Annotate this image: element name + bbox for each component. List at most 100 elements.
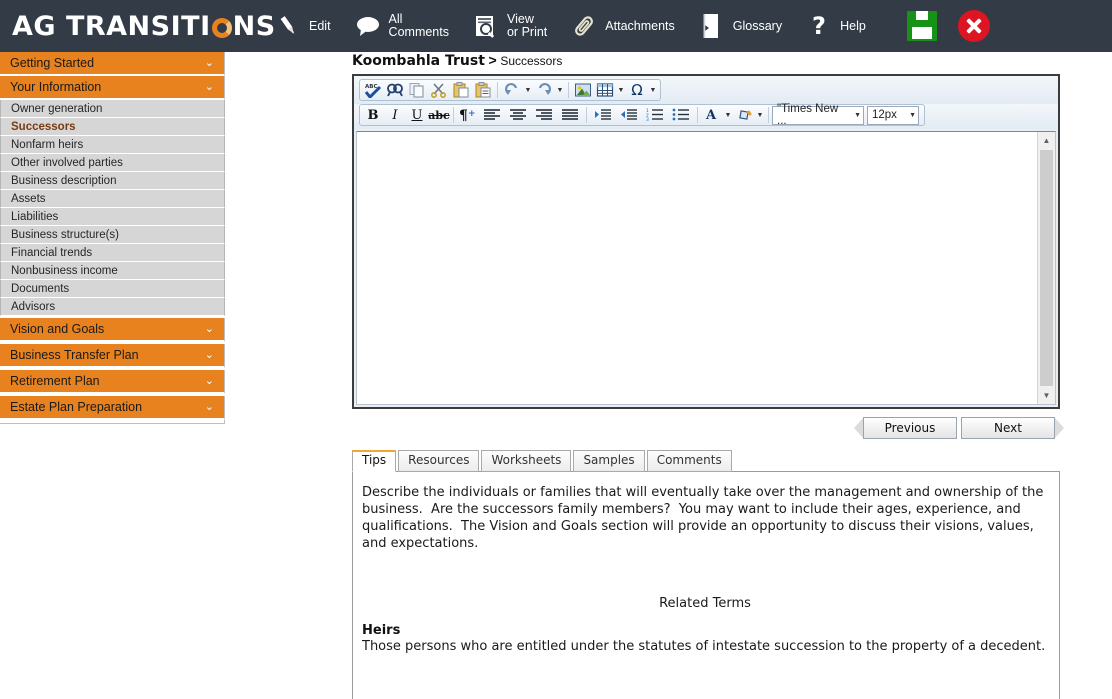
logo-ring-icon [211, 17, 232, 38]
italic-icon[interactable]: I [384, 105, 406, 125]
sidebar-item-owner-generation[interactable]: Owner generation [0, 100, 225, 118]
font-family-select[interactable]: "Times New ... ▼ [772, 103, 864, 127]
editor-scrollbar[interactable]: ▲ ▼ [1037, 132, 1055, 404]
tab-resources[interactable]: Resources [398, 450, 480, 472]
sidebar-group-your-information[interactable]: Your Information ⌄ [0, 76, 225, 100]
redo-dropdown-arrow-icon[interactable]: ▼ [555, 80, 565, 100]
strikethrough-icon[interactable]: abc [428, 105, 450, 125]
copy-icon[interactable] [406, 80, 428, 100]
paste-icon[interactable] [450, 80, 472, 100]
fill-color-icon[interactable] [733, 105, 755, 125]
align-left-icon[interactable] [479, 105, 505, 125]
find-replace-icon[interactable] [384, 80, 406, 100]
chevron-down-icon: ▼ [909, 111, 916, 119]
spellcheck-icon[interactable]: ABC [362, 80, 384, 100]
sidebar-item-label: Assets [11, 193, 46, 205]
scrollbar-thumb[interactable] [1040, 150, 1053, 386]
tab-comments[interactable]: Comments [646, 450, 732, 472]
related-term-definition: Those persons who are entitled under the… [362, 639, 1046, 654]
scroll-up-arrow-icon[interactable]: ▲ [1038, 132, 1055, 149]
special-character-icon[interactable]: Ω [626, 80, 648, 100]
indent-decrease-icon[interactable] [616, 105, 642, 125]
font-family-value: "Times New ... [777, 103, 839, 127]
paste-text-icon[interactable] [472, 80, 494, 100]
breadcrumb-separator: > [488, 52, 497, 68]
sidebar-group-retirement-plan[interactable]: Retirement Plan ⌄ [0, 370, 225, 394]
sidebar-group-estate-plan-preparation-label: Estate Plan Preparation [10, 400, 143, 414]
header-button-view-or-print[interactable]: View or Print [460, 0, 558, 52]
sidebar-item-successors[interactable]: Successors [0, 118, 225, 136]
toolbar-separator [586, 107, 587, 123]
save-button[interactable] [903, 9, 941, 43]
sidebar-nav: Getting Started ⌄ Your Information ⌄ Own… [0, 52, 225, 424]
header-button-attachments-label: Attachments [605, 18, 675, 33]
sidebar-item-other-involved-parties[interactable]: Other involved parties [0, 154, 225, 172]
svg-text:?: ? [812, 13, 826, 39]
header-button-all-comments[interactable]: All Comments [342, 0, 460, 52]
tab-worksheets[interactable]: Worksheets [481, 450, 572, 472]
scrollbar-track[interactable] [1038, 149, 1055, 387]
svg-text:3: 3 [646, 117, 649, 122]
sidebar-item-label: Business description [11, 175, 117, 187]
header-button-edit[interactable]: Edit [262, 0, 342, 52]
special-character-dropdown-arrow-icon[interactable]: ▼ [648, 80, 658, 100]
cut-scissors-icon[interactable] [428, 80, 450, 100]
insert-image-icon[interactable] [572, 80, 594, 100]
sidebar-item-business-structures[interactable]: Business structure(s) [0, 226, 225, 244]
sidebar-item-documents[interactable]: Documents [0, 280, 225, 298]
header-button-edit-label: Edit [309, 18, 331, 33]
editor-text-input[interactable] [357, 132, 1037, 404]
sidebar-item-liabilities[interactable]: Liabilities [0, 208, 225, 226]
sidebar-item-nonfarm-heirs[interactable]: Nonfarm heirs [0, 136, 225, 154]
sidebar-item-business-description[interactable]: Business description [0, 172, 225, 190]
tab-samples[interactable]: Samples [573, 450, 645, 472]
sidebar-item-assets[interactable]: Assets [0, 190, 225, 208]
chevron-down-icon: ⌄ [204, 56, 214, 69]
align-right-icon[interactable] [531, 105, 557, 125]
breadcrumb-plan-name[interactable]: Koombahla Trust [352, 53, 485, 69]
underline-icon[interactable]: U [406, 105, 428, 125]
chevron-down-icon: ⌄ [204, 348, 214, 361]
sidebar-item-advisors[interactable]: Advisors [0, 298, 225, 316]
header-button-help[interactable]: ? Help [793, 0, 877, 52]
svg-text:¶: ¶ [459, 108, 468, 123]
header-button-attachments[interactable]: Attachments [558, 0, 685, 52]
header-button-glossary[interactable]: Glossary [686, 0, 793, 52]
fill-color-dropdown-arrow-icon[interactable]: ▼ [755, 105, 765, 125]
header-button-glossary-label: Glossary [732, 18, 783, 33]
sidebar-group-getting-started[interactable]: Getting Started ⌄ [0, 52, 225, 76]
bold-icon[interactable]: B [362, 105, 384, 125]
breadcrumb: Koombahla Trust > Successors [352, 52, 1064, 74]
sidebar-item-label: Advisors [11, 301, 56, 313]
scroll-down-arrow-icon[interactable]: ▼ [1038, 387, 1055, 404]
sidebar-group-business-transfer-plan[interactable]: Business Transfer Plan ⌄ [0, 344, 225, 368]
sidebar-item-nonbusiness-income[interactable]: Nonbusiness income [0, 262, 225, 280]
close-button[interactable] [955, 9, 993, 43]
next-button[interactable]: Next [961, 417, 1064, 439]
text-color-dropdown-arrow-icon[interactable]: ▼ [723, 105, 733, 125]
sidebar-group-vision-and-goals[interactable]: Vision and Goals ⌄ [0, 318, 225, 342]
insert-table-dropdown-arrow-icon[interactable]: ▼ [616, 80, 626, 100]
font-size-select[interactable]: 12px ▼ [867, 105, 919, 125]
breadcrumb-section: Successors [500, 54, 563, 68]
indent-increase-icon[interactable] [590, 105, 616, 125]
tips-body-text: Describe the individuals or families tha… [362, 485, 1048, 551]
undo-dropdown-arrow-icon[interactable]: ▼ [523, 80, 533, 100]
text-color-icon[interactable]: A [701, 105, 723, 125]
header-toolbar: Edit All Comments View or Print Attachme… [262, 0, 993, 52]
bulleted-list-icon[interactable] [668, 105, 694, 125]
sidebar-item-label: Documents [11, 283, 70, 295]
paragraph-format-icon[interactable]: ¶ + [457, 105, 479, 125]
tab-tips[interactable]: Tips [352, 450, 397, 472]
numbered-list-icon[interactable]: 123 [642, 105, 668, 125]
redo-icon[interactable] [533, 80, 555, 100]
svg-text:A: A [705, 108, 717, 123]
justify-icon[interactable] [557, 105, 583, 125]
undo-icon[interactable] [501, 80, 523, 100]
previous-button[interactable]: Previous [854, 417, 957, 439]
align-center-icon[interactable] [505, 105, 531, 125]
sidebar-item-financial-trends[interactable]: Financial trends [0, 244, 225, 262]
insert-table-icon[interactable] [594, 80, 616, 100]
sidebar-group-estate-plan-preparation[interactable]: Estate Plan Preparation ⌄ [0, 396, 225, 420]
header-button-help-label: Help [840, 18, 866, 33]
